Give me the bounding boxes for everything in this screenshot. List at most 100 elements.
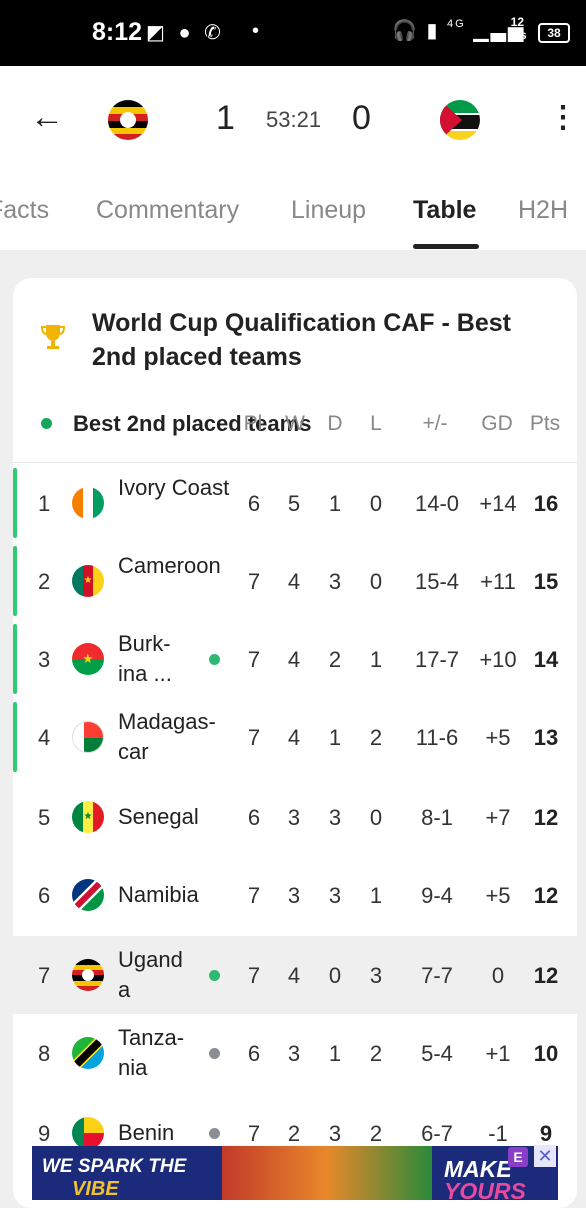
table-row[interactable]: 5 ★ Senegal 6 3 3 0 8-1 +7 12 (13, 778, 577, 856)
points: 15 (533, 569, 559, 594)
table-row[interactable]: 4 Madagas-car 7 4 1 2 11-6 +5 13 (13, 698, 577, 776)
ad-close-icon[interactable]: ✕ (534, 1145, 556, 1167)
table-row[interactable]: 2 ★ Cameroon 7 4 3 0 15-4 +11 15 (13, 542, 577, 620)
live-match-dot (209, 654, 220, 665)
uganda-flag-icon (72, 959, 104, 991)
ad-text-right-2: YOURS (444, 1178, 526, 1200)
qualification-marker (13, 546, 17, 616)
tab-h2h[interactable]: H2H (518, 196, 568, 225)
namibia-flag-icon (72, 879, 104, 911)
goal-diff: +11 (480, 569, 516, 594)
burkina-faso-flag-icon: ★ (72, 643, 104, 675)
position: 7 (38, 963, 51, 988)
header-won: W (285, 412, 305, 435)
tanzania-flag-icon (72, 1037, 104, 1069)
more-notifications-dot: • (252, 20, 260, 42)
points: 13 (533, 725, 559, 750)
header-divider (13, 462, 577, 463)
goal-diff: -1 (488, 1121, 508, 1146)
table-row[interactable]: 8 Tanza-nia 6 3 1 2 5-4 +1 10 (13, 1014, 577, 1092)
team-name: Madagas-car (118, 709, 216, 764)
match-clock: 53:21 (266, 107, 322, 132)
team-name: Namibia (118, 882, 199, 907)
position: 2 (38, 569, 51, 594)
battery-icon: 38 (538, 23, 570, 43)
ad-text-left-2: VIBE (72, 1178, 119, 1200)
tab-commentary[interactable]: Commentary (96, 196, 239, 225)
position: 3 (38, 647, 51, 672)
team-name: Burk-ina ... (118, 631, 172, 686)
team-name: Tanza-nia (118, 1025, 185, 1080)
lost: 0 (369, 569, 383, 594)
position: 1 (38, 491, 51, 516)
group-status-dot (41, 418, 52, 429)
header-goals: +/- (422, 412, 448, 435)
header-points: Pts (529, 412, 561, 435)
network-speed: 12 K/s (508, 15, 527, 42)
more-menu-icon[interactable]: ⋮ (548, 100, 578, 135)
ad-text-left: WE SPARK THE (42, 1156, 187, 1177)
uganda-flag-icon[interactable] (108, 100, 148, 140)
ad-artwork (222, 1146, 432, 1200)
lost: 1 (369, 883, 383, 908)
active-tab-indicator (413, 244, 479, 249)
position: 6 (38, 883, 51, 908)
notification-icons: ◩ ● ✆ (146, 22, 225, 44)
benin-flag-icon (72, 1117, 104, 1149)
header-played: Pl (243, 412, 263, 435)
away-score: 0 (352, 99, 371, 137)
signal-icons: 🎧 ▮ 4G ▁▃▅ (392, 18, 526, 42)
goal-diff: +10 (479, 647, 517, 672)
trophy-icon (40, 325, 66, 349)
status-time: 8:12 (92, 18, 143, 46)
tab-facts[interactable]: Facts (0, 196, 49, 225)
network-type: 4G (447, 18, 466, 30)
tab-table[interactable]: Table (413, 196, 476, 225)
lost: 2 (369, 725, 383, 750)
lost: 0 (369, 805, 383, 830)
goal-diff: +1 (485, 1041, 511, 1066)
qualification-marker (13, 702, 17, 772)
team-name: Ugand a (118, 947, 183, 1002)
lost: 0 (369, 491, 383, 516)
goals: 5-4 (421, 1041, 453, 1066)
position: 5 (38, 805, 51, 830)
madagascar-flag-icon (72, 721, 104, 753)
points: 12 (533, 963, 559, 988)
points: 10 (533, 1041, 559, 1066)
team-name: Ivory Coast (118, 475, 230, 500)
home-score: 1 (216, 99, 235, 137)
table-row[interactable]: 1 Ivory Coast 6 5 1 0 14-0 +14 16 (13, 464, 577, 542)
ad-choices-icon[interactable]: E (508, 1147, 528, 1167)
goal-diff: 0 (491, 963, 505, 988)
points: 16 (533, 491, 559, 516)
position: 9 (38, 1121, 51, 1146)
team-name: Cameroon (118, 553, 221, 578)
match-status-dot (209, 1048, 220, 1059)
back-arrow-icon[interactable]: ← (30, 98, 64, 137)
goal-diff: +14 (479, 491, 517, 516)
header-drawn: D (327, 412, 343, 435)
position: 8 (38, 1041, 51, 1066)
ad-banner[interactable]: WE SPARK THE VIBE MAKE YOURS (32, 1146, 558, 1200)
tab-lineup[interactable]: Lineup (291, 196, 366, 225)
qualification-marker (13, 468, 17, 538)
table-row[interactable]: 6 Namibia 7 3 3 1 9-4 +5 12 (13, 856, 577, 934)
header-goal-diff: GD (481, 412, 513, 435)
goals: 8-1 (421, 805, 453, 830)
cameroon-flag-icon: ★ (72, 565, 104, 597)
match-status-dot (209, 1128, 220, 1139)
team-name: Senegal (118, 804, 199, 829)
table-row-highlighted[interactable]: 7 Ugand a 7 4 0 3 7-7 0 12 (13, 936, 577, 1014)
lost: 2 (369, 1121, 383, 1146)
competition-title: World Cup Qualification CAF - Best 2nd p… (92, 309, 511, 371)
lost: 1 (369, 647, 383, 672)
status-bar: 8:12 ◩ ● ✆ • 🎧 ▮ 4G ▁▃▅ 12 K/s 38 (0, 0, 586, 66)
senegal-flag-icon: ★ (72, 801, 104, 833)
goals: 14-0 (414, 491, 460, 516)
mozambique-flag-icon[interactable] (440, 100, 480, 140)
goals: 6-7 (421, 1121, 453, 1146)
points: 12 (533, 883, 559, 908)
table-row[interactable]: 3 ★ Burk-ina ... 7 4 2 1 17-7 +10 14 (13, 620, 577, 698)
points: 12 (533, 805, 559, 830)
